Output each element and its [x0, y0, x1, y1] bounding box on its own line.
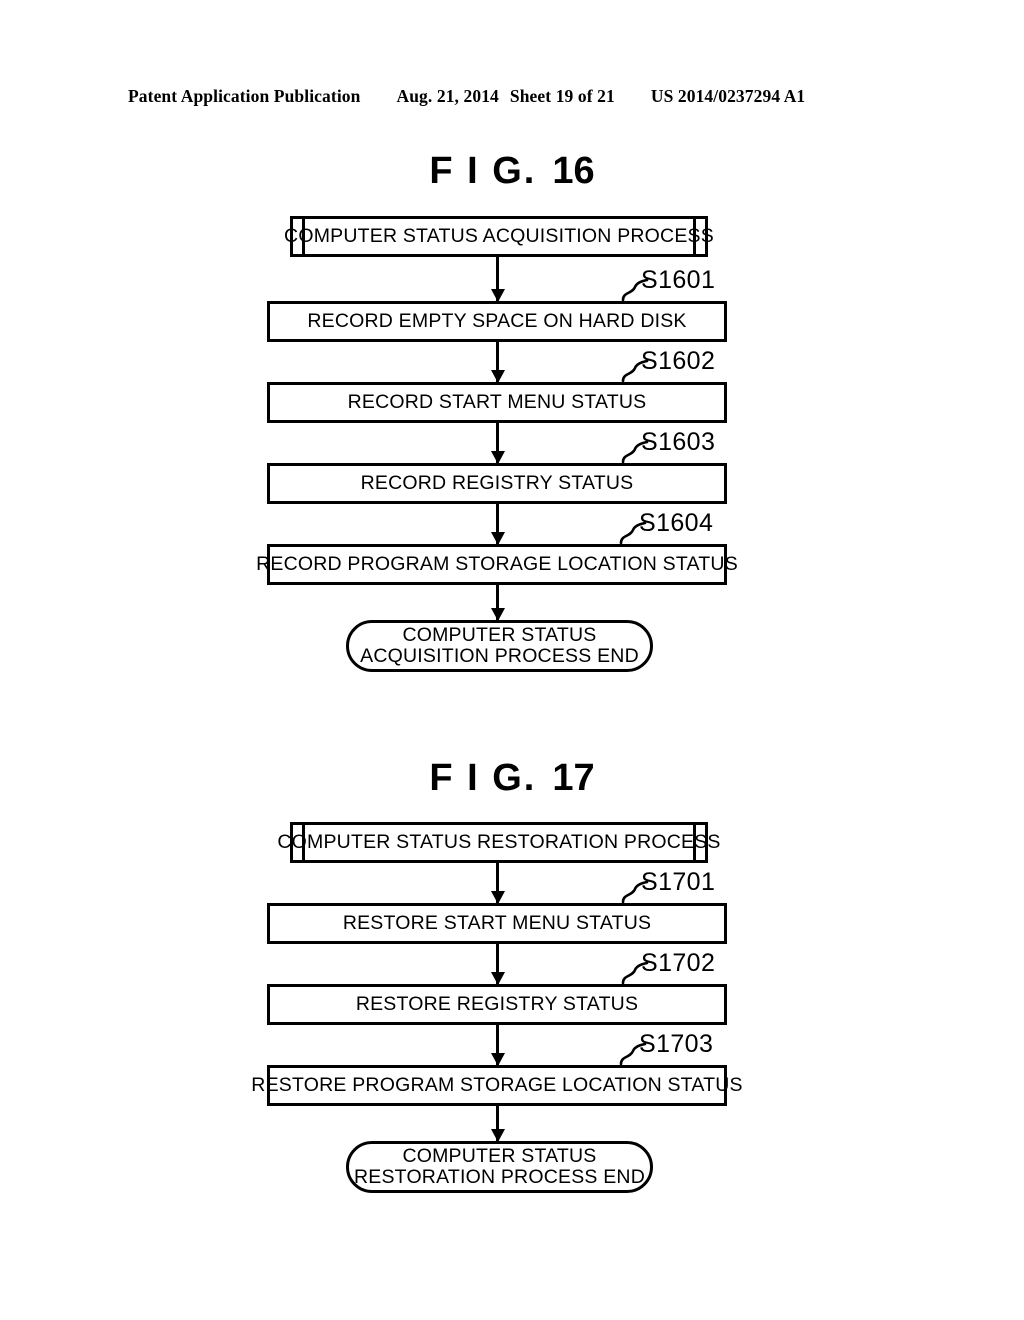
figure-17-end-line-1: COMPUTER STATUS — [402, 1144, 597, 1167]
figure-17-title-prefix: F I G. — [429, 757, 537, 799]
figure-16-step-id-1: S1601 — [641, 266, 716, 294]
figure-16-start-label: COMPUTER STATUS ACQUISITION PROCESS — [284, 224, 714, 247]
figure-16-step-id-3: S1603 — [641, 428, 716, 456]
figure-17-start-label: COMPUTER STATUS RESTORATION PROCESS — [277, 830, 721, 853]
figure-16-start-box: COMPUTER STATUS ACQUISITION PROCESS — [284, 216, 714, 257]
figure-17-step-label-3: RESTORE PROGRAM STORAGE LOCATION STATUS — [251, 1073, 743, 1096]
figure-16-step-id-4: S1604 — [639, 509, 714, 537]
figure-16-end-line-1: COMPUTER STATUS — [402, 623, 597, 646]
figure-16-step-id-2: S1602 — [641, 347, 716, 375]
figure-16-arrow-3 — [496, 423, 499, 463]
figure-17-end-box: COMPUTER STATUS RESTORATION PROCESS END — [346, 1141, 653, 1193]
figure-16-step-label-3: RECORD REGISTRY STATUS — [360, 471, 634, 494]
header-document-number: US 2014/0237294 A1 — [650, 86, 806, 106]
figure-16-step-label-1: RECORD EMPTY SPACE ON HARD DISK — [307, 309, 687, 332]
figure-17-arrow-1 — [496, 863, 499, 903]
figure-16-step-box-4: RECORD PROGRAM STORAGE LOCATION STATUS — [256, 544, 738, 585]
figure-16-step-label-4: RECORD PROGRAM STORAGE LOCATION STATUS — [256, 552, 738, 575]
header-sheet: Sheet 19 of 21 — [509, 86, 615, 106]
figure-16-arrow-4 — [496, 504, 499, 544]
page-header: Patent Application Publication Aug. 21, … — [128, 86, 896, 110]
figure-16-arrow-1 — [496, 257, 499, 301]
figure-17-step-id-2: S1702 — [641, 949, 716, 977]
figure-16-step-box-1: RECORD EMPTY SPACE ON HARD DISK — [267, 301, 727, 342]
header-date: Aug. 21, 2014 — [396, 86, 499, 106]
header-publication: Patent Application Publication — [128, 86, 361, 106]
figure-17-step-box-2: RESTORE REGISTRY STATUS — [267, 984, 727, 1025]
figure-17-title-number: 17 — [552, 757, 595, 799]
figure-16-step-label-2: RECORD START MENU STATUS — [347, 390, 647, 413]
figure-16-title-prefix: F I G. — [429, 150, 537, 192]
figure-16-arrow-5 — [496, 585, 499, 620]
figure-16-step-box-2: RECORD START MENU STATUS — [267, 382, 727, 423]
figure-16-arrow-2 — [496, 342, 499, 382]
figure-17-step-id-3: S1703 — [639, 1030, 714, 1058]
figure-16-title-number: 16 — [552, 150, 595, 192]
figure-16-step-box-3: RECORD REGISTRY STATUS — [267, 463, 727, 504]
figure-17-step-box-3: RESTORE PROGRAM STORAGE LOCATION STATUS — [251, 1065, 743, 1106]
figure-17-arrow-4 — [496, 1106, 499, 1141]
figure-16-end-box: COMPUTER STATUS ACQUISITION PROCESS END — [346, 620, 653, 672]
figure-17-title: F I G. 17 — [0, 757, 1024, 800]
figure-17-step-box-1: RESTORE START MENU STATUS — [267, 903, 727, 944]
figure-17-step-id-1: S1701 — [641, 868, 716, 896]
figure-16-end-line-2: ACQUISITION PROCESS END — [360, 645, 639, 667]
figure-17-arrow-2 — [496, 944, 499, 984]
figure-17-step-label-1: RESTORE START MENU STATUS — [342, 911, 652, 934]
figure-17-start-box: COMPUTER STATUS RESTORATION PROCESS — [277, 822, 720, 863]
figure-17-end-line-2: RESTORATION PROCESS END — [353, 1166, 645, 1188]
figure-16-title: F I G. 16 — [0, 150, 1024, 193]
figure-17-step-label-2: RESTORE REGISTRY STATUS — [355, 992, 639, 1015]
figure-17-arrow-3 — [496, 1025, 499, 1065]
